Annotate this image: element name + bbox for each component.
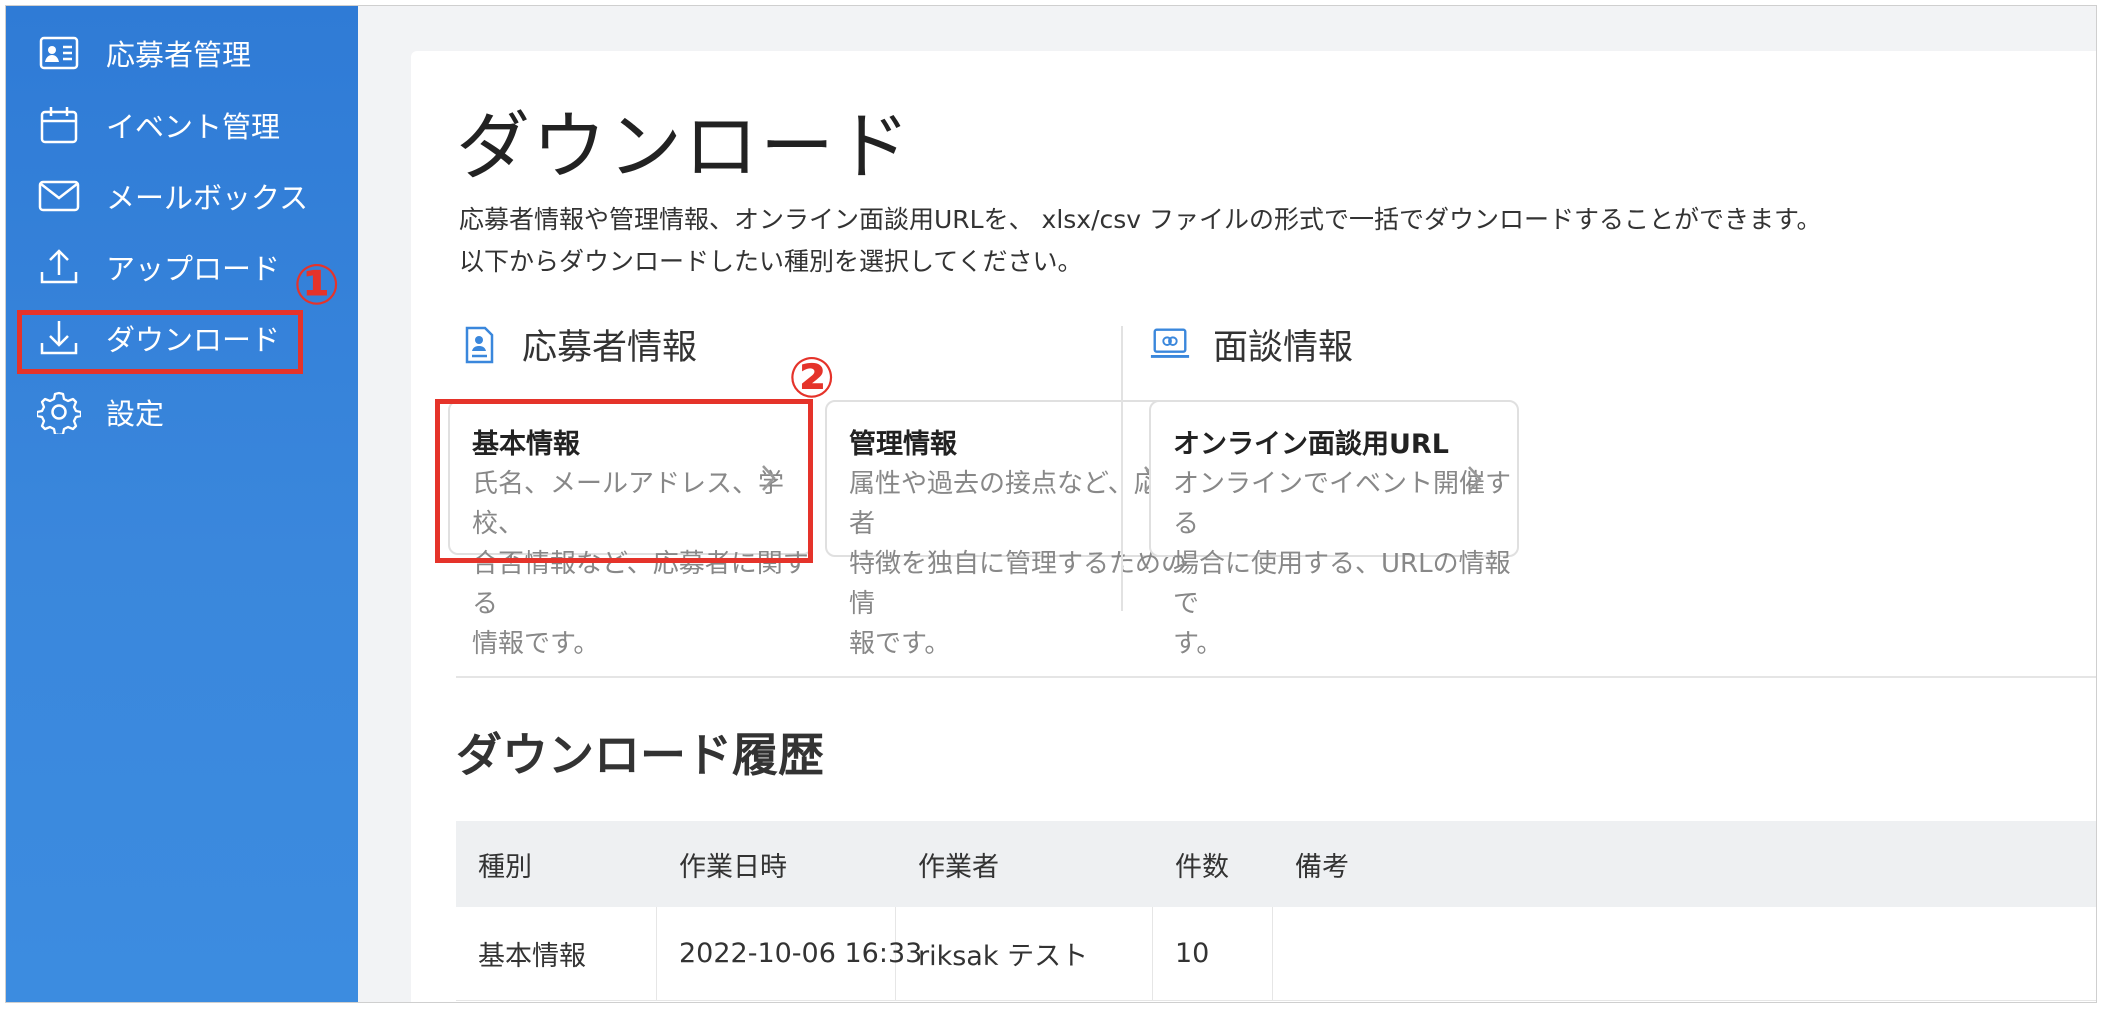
history-title: ダウンロード履歴 — [456, 728, 824, 782]
sidebar-item-label: 応募者管理 — [106, 38, 252, 72]
chevron-right-icon — [1459, 463, 1491, 495]
sidebar-item-label: イベント管理 — [106, 110, 281, 144]
highlight-box-basic-info — [435, 399, 813, 563]
mail-icon — [36, 173, 82, 219]
table-row: 基本情報 2022-10-06 16:33 riksak テスト 10 — [456, 907, 2096, 1001]
step-marker-1: ① — [293, 253, 341, 318]
card-description-line: 場合に使用する、URLの情報で — [1173, 549, 1511, 619]
id-card-icon — [36, 30, 82, 76]
calendar-icon — [36, 102, 82, 148]
column-header-count: 件数 — [1175, 851, 1229, 883]
card-description-line: 報です。 — [849, 629, 951, 659]
column-header-type: 種別 — [478, 851, 532, 883]
document-icon — [458, 324, 500, 366]
card-title: 管理情報 — [849, 429, 957, 460]
page-title: ダウンロード — [456, 104, 912, 190]
card-description-line: す。 — [1173, 629, 1223, 659]
card-online-interview-url[interactable]: オンライン面談用URL オンラインでイベント開催する 場合に使用する、URLの情… — [1149, 400, 1519, 659]
sidebar-item-label: アップロード — [106, 252, 281, 286]
cell-type: 基本情報 — [456, 907, 657, 1000]
section-title: 応募者情報 — [522, 328, 698, 368]
sidebar-item-events[interactable]: イベント管理 — [6, 85, 358, 165]
section-title: 面談情報 — [1213, 328, 1354, 368]
sidebar-item-settings[interactable]: 設定 — [6, 372, 358, 452]
section-applicant-info: 応募者情報 — [458, 319, 697, 370]
sidebar-item-label: 設定 — [106, 397, 165, 431]
main-panel: ダウンロード 応募者情報や管理情報、オンライン面談用URLを、 xlsx/csv… — [411, 51, 2096, 1002]
cell-operator: riksak テスト — [896, 907, 1153, 1000]
cell-notes — [1273, 907, 2096, 1000]
sidebar-item-mailbox[interactable]: メールボックス — [6, 156, 358, 236]
gear-icon — [36, 389, 82, 435]
card-description-line: 情報です。 — [472, 629, 600, 659]
card-management-info[interactable]: 管理情報 属性や過去の接点など、応募者 特徴を独自に管理するための情 報です。 — [825, 400, 1195, 659]
description-line: 以下からダウンロードしたい種別を選択してください。 — [459, 247, 1083, 276]
section-divider — [1121, 326, 1123, 611]
content-divider — [456, 676, 2096, 678]
description-line: 応募者情報や管理情報、オンライン面談用URLを、 xlsx/csv ファイルの形… — [459, 205, 1822, 234]
step-marker-2: ② — [788, 346, 836, 411]
section-interview-info: 面談情報 — [1149, 319, 1353, 370]
card-title: オンライン面談用URL — [1173, 429, 1449, 460]
cell-count: 10 — [1153, 907, 1273, 1000]
column-header-notes: 備考 — [1295, 851, 1349, 883]
card-description-line: 特徴を独自に管理するための情 — [849, 549, 1188, 619]
page-description: 応募者情報や管理情報、オンライン面談用URLを、 xlsx/csv ファイルの形… — [459, 199, 1822, 283]
laptop-link-icon — [1149, 324, 1191, 366]
cell-datetime: 2022-10-06 16:33 — [657, 907, 922, 1000]
sidebar: 応募者管理 イベント管理 メールボックス アップロード ダウンロード 設定 — [6, 6, 358, 1002]
upload-icon — [36, 244, 82, 290]
highlight-box-download-nav — [17, 310, 303, 374]
app-window: 応募者管理 イベント管理 メールボックス アップロード ダウンロード 設定 ① … — [5, 5, 2097, 1003]
sidebar-item-applicants[interactable]: 応募者管理 — [6, 13, 358, 93]
column-header-datetime: 作業日時 — [679, 851, 787, 883]
table-header: 種別 作業日時 作業者 件数 備考 — [456, 821, 2096, 907]
sidebar-item-label: メールボックス — [106, 181, 309, 215]
column-header-operator: 作業者 — [918, 851, 999, 883]
